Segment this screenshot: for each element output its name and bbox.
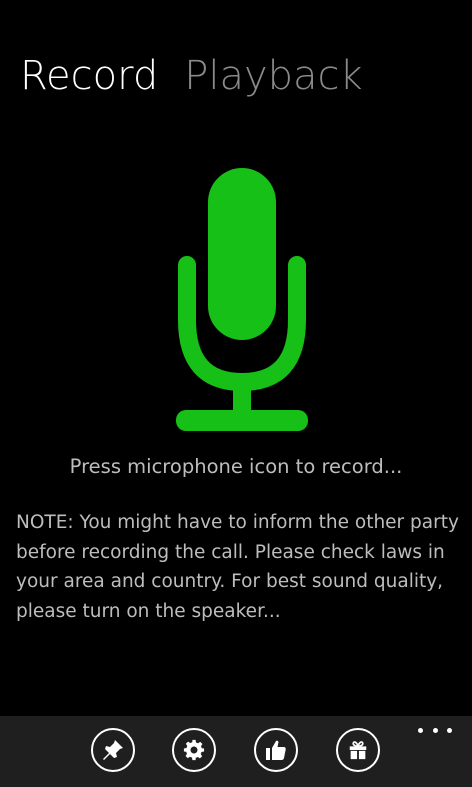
record-hint-text: Press microphone icon to record... <box>69 455 403 478</box>
record-page: Record Playback Press microphone icon to… <box>0 0 472 787</box>
settings-button[interactable] <box>172 728 216 772</box>
pin-icon <box>103 740 123 760</box>
like-button[interactable] <box>254 728 298 772</box>
tab-record[interactable]: Record <box>20 52 158 100</box>
ellipsis-icon <box>432 727 438 733</box>
microphone-icon <box>176 168 308 431</box>
legal-note-text: NOTE: You might have to inform the other… <box>16 512 459 622</box>
gift-button[interactable] <box>336 728 380 772</box>
pin-button[interactable] <box>91 728 135 772</box>
microphone-record-button[interactable] <box>160 160 320 440</box>
pivot-header: Record Playback <box>20 52 389 100</box>
more-options-button[interactable] <box>418 722 452 738</box>
ellipsis-icon <box>447 727 452 733</box>
gift-icon <box>349 741 367 760</box>
app-bar <box>0 716 472 787</box>
gear-icon <box>183 739 205 761</box>
ellipsis-icon <box>418 727 423 733</box>
tab-playback[interactable]: Playback <box>184 52 362 100</box>
thumbs-up-icon <box>266 740 286 760</box>
